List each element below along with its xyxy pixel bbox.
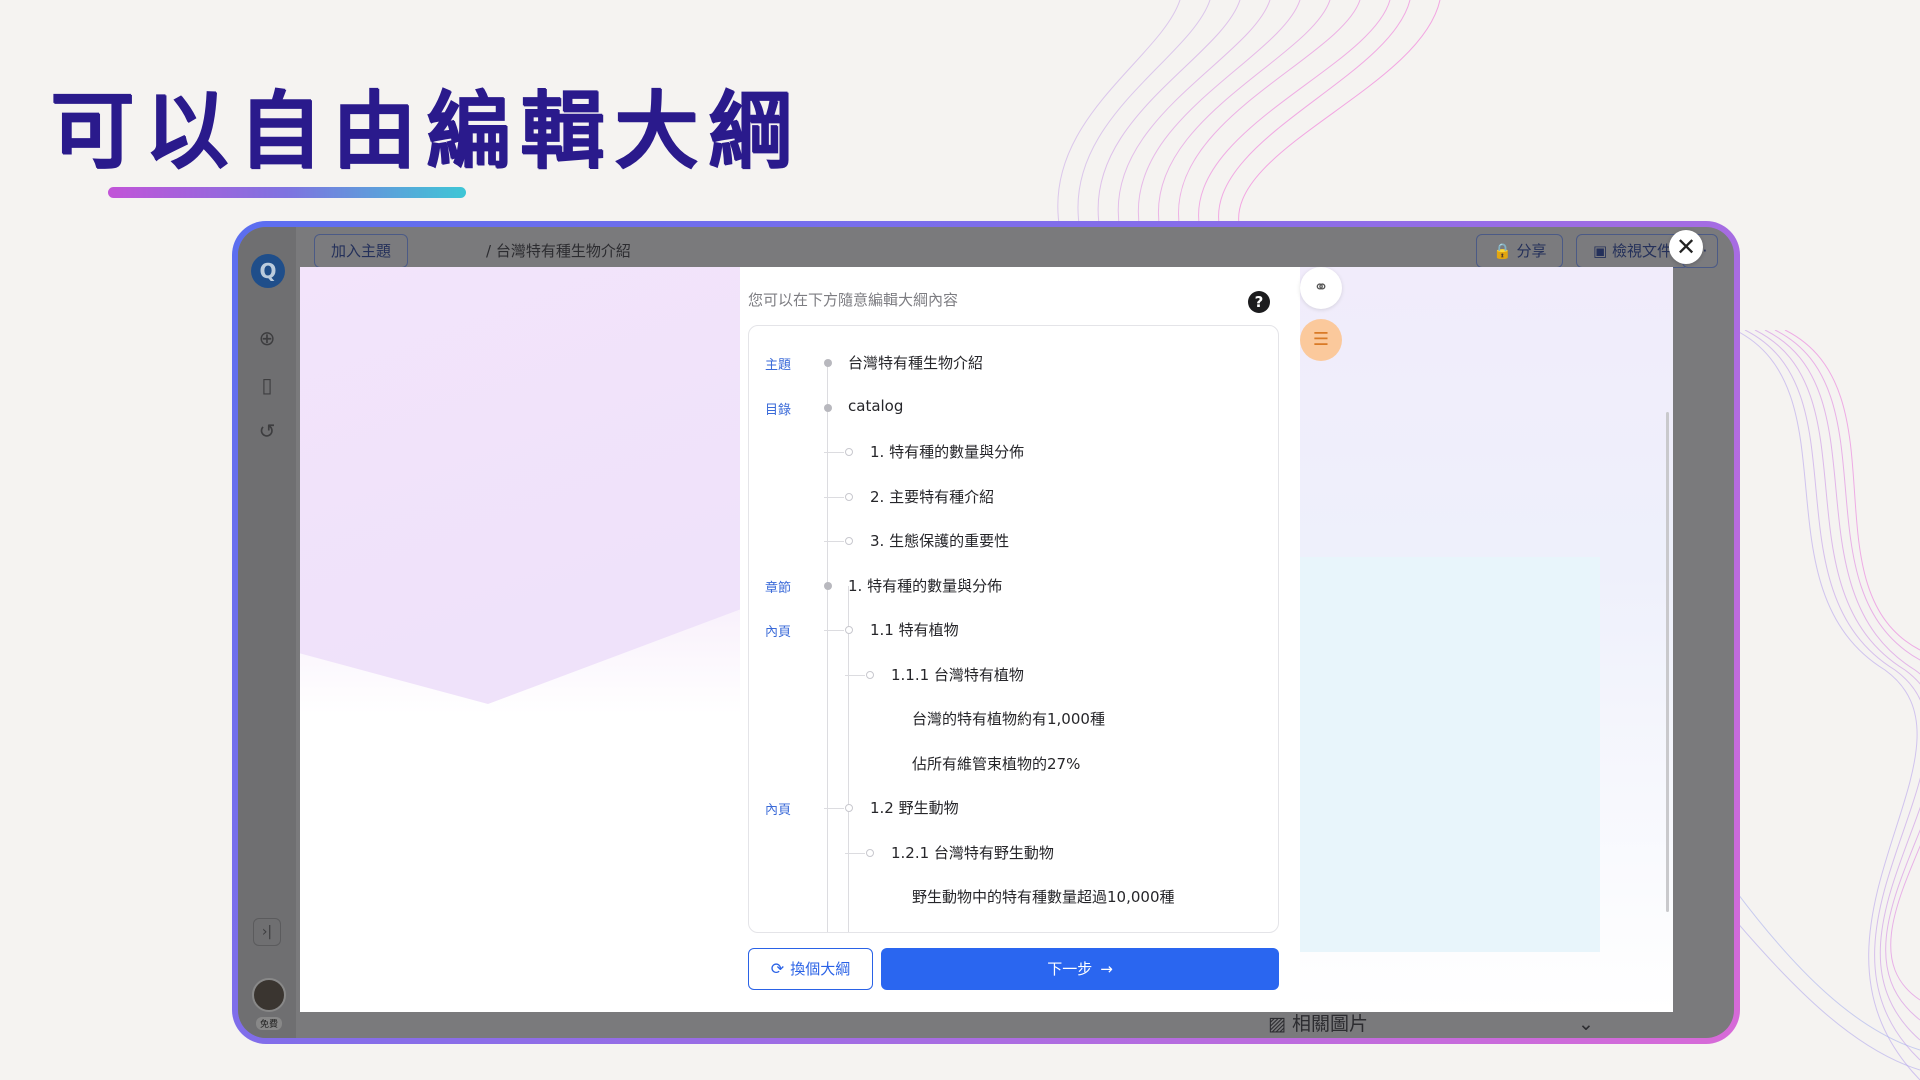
share-label: 分享 bbox=[1516, 242, 1547, 260]
outline-row-tag: 內頁 bbox=[765, 803, 792, 818]
outline-row-tag: 章節 bbox=[765, 580, 792, 596]
headline: 可以自由編輯大綱 bbox=[50, 82, 803, 180]
bookmark-icon[interactable]: ▯ bbox=[255, 373, 279, 397]
node-ring bbox=[845, 804, 853, 812]
tree-branch bbox=[824, 808, 844, 809]
tree-branch bbox=[824, 452, 844, 453]
modal-background-right bbox=[1300, 267, 1673, 1012]
decorative-wave-right bbox=[1735, 330, 1920, 1080]
related-images-section[interactable]: ▨ 相關圖片 ⌄ bbox=[1268, 1009, 1594, 1036]
outline-row-text[interactable]: 3. 生態保護的重要性 bbox=[870, 530, 1009, 551]
new-chat-icon[interactable]: ⊕ bbox=[255, 326, 279, 350]
outline-row[interactable]: 2. 主要特有種介紹 bbox=[749, 485, 1278, 509]
chevron-down-icon: ⌄ bbox=[1578, 1013, 1594, 1035]
outline-row-text[interactable]: 1.2.1 台灣特有野生動物 bbox=[891, 842, 1054, 863]
outline-row-tag: 主題 bbox=[765, 358, 792, 373]
outline-row[interactable]: 內頁 1.1 特有植物 bbox=[749, 618, 1278, 642]
outline-row-text[interactable]: 1. 特有種的數量與分佈 bbox=[870, 441, 1024, 462]
app-logo[interactable]: Q bbox=[251, 254, 285, 288]
share-button[interactable]: 🔒 分享 bbox=[1476, 234, 1564, 268]
node-ring bbox=[845, 537, 853, 545]
outline-row[interactable]: 目錄 catalog bbox=[749, 396, 1278, 420]
help-icon[interactable]: ? bbox=[1248, 291, 1270, 313]
avatar[interactable] bbox=[252, 978, 286, 1012]
outline-row[interactable]: 1. 特有種的數量與分佈 bbox=[749, 440, 1278, 464]
refresh-icon: ⟳ bbox=[770, 959, 785, 978]
arrow-right-icon: → bbox=[1100, 960, 1113, 978]
tree-branch bbox=[845, 852, 865, 854]
outline-row[interactable]: 佔所有維管束植物的27% bbox=[749, 752, 1278, 776]
collapse-sidebar-icon[interactable]: ›| bbox=[253, 918, 281, 946]
edit-hint: 您可以在下方隨意編輯大綱內容 bbox=[748, 291, 959, 309]
app-sidebar: Q ⊕ ▯ ↺ ›| 免費 bbox=[238, 227, 296, 1038]
node-ring bbox=[866, 848, 874, 857]
outline-row-text[interactable]: 2. 主要特有種介紹 bbox=[870, 486, 994, 507]
close-icon[interactable]: ✕ bbox=[1669, 230, 1703, 264]
outline-row[interactable]: 主題 台灣特有種生物介紹 bbox=[749, 351, 1278, 375]
change-outline-button[interactable]: ⟳ 換個大綱 bbox=[748, 948, 873, 990]
tree-branch bbox=[824, 496, 844, 498]
change-outline-label: 換個大綱 bbox=[790, 960, 851, 978]
node-ring bbox=[845, 492, 853, 501]
decorative-wave-top bbox=[1057, 0, 1441, 230]
outline-row[interactable]: 野生動物中的特有種數量超過10,000種 bbox=[749, 885, 1278, 909]
node-ring bbox=[845, 448, 853, 456]
outline-row[interactable]: 章節 1. 特有種的數量與分佈 bbox=[749, 574, 1278, 598]
template-icon[interactable]: ⚭ bbox=[1300, 267, 1342, 309]
history-icon[interactable]: ↺ bbox=[255, 419, 279, 443]
outline-modal: 您可以在下方隨意編輯大綱內容 ? 主題 台灣特有種生物介紹目錄 catalog 1. … bbox=[300, 267, 1673, 1012]
modal-scrollbar[interactable] bbox=[1666, 412, 1669, 912]
outline-row[interactable]: 台灣的特有植物約有1,000種 bbox=[749, 707, 1278, 731]
node-ring bbox=[845, 626, 853, 634]
outline-row[interactable]: 內頁 1.2 野生動物 bbox=[749, 796, 1278, 820]
node-ring bbox=[866, 670, 874, 679]
outline-row[interactable]: 3. 生態保護的重要性 bbox=[749, 529, 1278, 553]
outline-row[interactable]: 1.2.1 台灣特有野生動物 bbox=[749, 841, 1278, 865]
headline-underline bbox=[108, 187, 466, 198]
outline-row-text[interactable]: 野生動物中的特有種數量超過10,000種 bbox=[912, 886, 1175, 907]
screenshot-frame: Q ⊕ ▯ ↺ ›| 免費 加入主題 / 台灣特有種生物介紹 🔒 分享 ▣ 檢視… bbox=[232, 221, 1740, 1044]
outline-panel: 您可以在下方隨意編輯大綱內容 ? 主題 台灣特有種生物介紹目錄 catalog 1. … bbox=[740, 267, 1280, 1012]
next-step-label: 下一步 bbox=[1047, 960, 1093, 978]
outline-row-text[interactable]: 1.2 野生動物 bbox=[870, 797, 959, 818]
outline-row-text[interactable]: 1. 特有種的數量與分佈 bbox=[848, 575, 1002, 596]
add-topic-button[interactable]: 加入主題 bbox=[314, 234, 409, 268]
node-dot bbox=[824, 581, 832, 590]
app-window: Q ⊕ ▯ ↺ ›| 免費 加入主題 / 台灣特有種生物介紹 🔒 分享 ▣ 檢視… bbox=[238, 227, 1734, 1038]
related-images-label: 相關圖片 bbox=[1292, 1013, 1369, 1035]
outline-row-text[interactable]: catalog bbox=[848, 397, 903, 415]
modal-background-left bbox=[300, 267, 770, 1012]
outline-row-text[interactable]: 台灣特有種生物介紹 bbox=[848, 352, 983, 373]
plan-badge: 免費 bbox=[256, 1017, 283, 1030]
outline-row-text[interactable]: 台灣的特有植物約有1,000種 bbox=[912, 708, 1105, 729]
node-dot bbox=[824, 359, 832, 367]
tree-branch bbox=[845, 674, 865, 676]
node-dot bbox=[824, 403, 832, 412]
outline-row-text[interactable]: 1.1 特有植物 bbox=[870, 619, 959, 640]
outline-editor[interactable]: 主題 台灣特有種生物介紹目錄 catalog 1. 特有種的數量與分佈 2. 主要特有種… bbox=[748, 325, 1279, 933]
outline-row-tag: 內頁 bbox=[765, 625, 792, 640]
breadcrumb: / 台灣特有種生物介紹 bbox=[486, 242, 631, 260]
tree-branch bbox=[824, 630, 844, 631]
outline-icon[interactable]: ☰ bbox=[1300, 319, 1342, 361]
view-document-label: 檢視文件 bbox=[1611, 242, 1672, 260]
tree-branch bbox=[824, 541, 844, 542]
next-step-button[interactable]: 下一步 → bbox=[881, 948, 1279, 990]
outline-row-text[interactable]: 1.1.1 台灣特有植物 bbox=[891, 664, 1024, 685]
outline-row-text[interactable]: 佔所有維管束植物的27% bbox=[912, 753, 1080, 774]
outline-row[interactable]: 1.1.1 台灣特有植物 bbox=[749, 663, 1278, 687]
outline-row-tag: 目錄 bbox=[765, 402, 792, 418]
